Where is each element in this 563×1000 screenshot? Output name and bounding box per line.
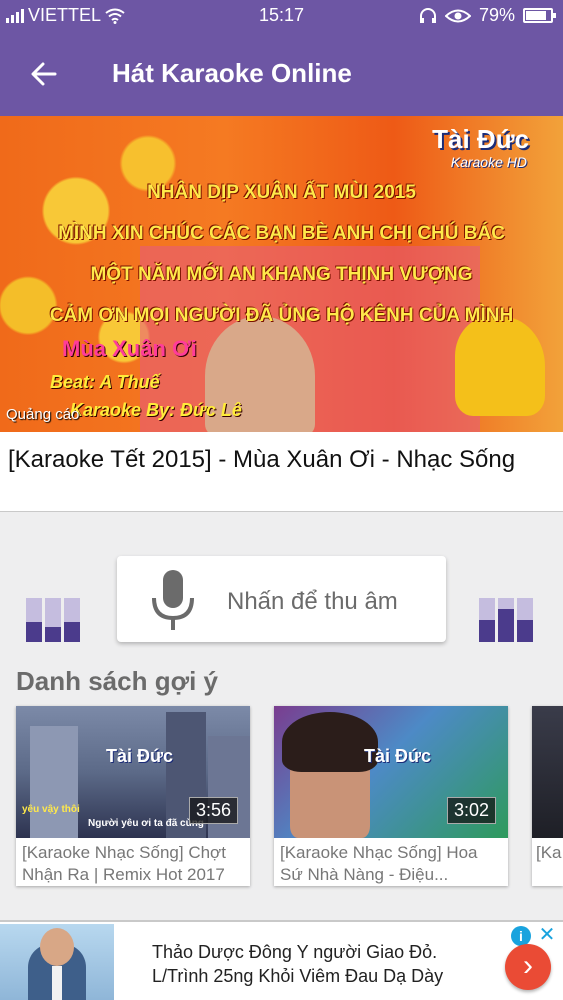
video-player[interactable]: Tài Đức Karaoke HD NHÂN DỊP XUÂN ẤT MÙI … [0,116,563,432]
level-bar [498,598,514,642]
ad-label: Quảng cáo [6,406,80,423]
level-bar [517,598,533,642]
video-song-name: Mùa Xuân Ơi [62,336,197,361]
back-button[interactable] [22,52,66,96]
overlay-line: MỘT NĂM MỚI AN KHANG THỊNH VƯỢNG [90,264,473,285]
ad-banner[interactable]: Thảo Dược Đông Y người Giao Đỏ. L/Trình … [0,920,563,1000]
suggestion-title: [Karaoke Nhạc Sống] Chợt Nhận Ra | Remix… [22,843,226,884]
suggestion-card[interactable]: [Ka... Cà... [532,706,563,886]
video-brand-sub: Karaoke HD [450,154,527,170]
level-bar [479,598,495,642]
overlay-line: MÌNH XIN CHÚC CÁC BẠN BÈ ANH CHỊ CHÚ BÁC [58,223,505,244]
level-bar [64,598,80,642]
video-thumbnail [532,706,563,838]
video-title: [Karaoke Tết 2015] - Mùa Xuân Ơi - Nhạc … [8,446,516,473]
ad-info-icon[interactable]: i [511,926,531,946]
duration-badge: 3:56 [188,797,238,824]
record-label: Nhấn để thu âm [227,588,398,615]
thumbnail-caption: yêu vậy thôi [22,804,80,815]
suggestion-title: [Karaoke Nhạc Sống] Hoa Sứ Nhà Nàng - Đi… [280,843,478,884]
record-button[interactable]: Nhấn để thu âm [117,556,446,642]
video-karaoke-by: Karaoke By: Đức Lê [70,400,242,420]
right-level-meter [479,598,533,642]
status-right: 79% [419,5,556,26]
headset-icon [419,7,436,23]
thumbnail-caption: Người yêu ơi ta đã cùng [88,818,204,829]
suggestion-title: [Ka... Cà... [536,843,563,862]
eye-icon [444,9,471,22]
duration-badge: 3:02 [446,797,496,824]
status-bar: VIETTEL 15:17 79% [0,0,563,30]
ad-image [0,924,114,1000]
level-bar [26,598,42,642]
ad-go-button[interactable]: › [505,944,551,990]
thumbnail-brand: Tài Đức [364,746,432,766]
page-title: Hát Karaoke Online [112,58,352,88]
video-thumbnail: Tài Đức yêu vậy thôi Người yêu ơi ta đã … [16,706,250,838]
video-overlay-text: NHÂN DỊP XUÂN ẤT MÙI 2015 MÌNH XIN CHÚC … [0,172,563,336]
ad-line: Thảo Dược Đông Y người Giao Đỏ. [152,942,438,962]
overlay-line: CẢM ƠN MỌI NGƯỜI ĐÃ ỦNG HỘ KÊNH CỦA MÌNH [49,305,514,326]
suggestion-card[interactable]: Tài Đức 3:02 [Karaoke Nhạc Sống] Hoa Sứ … [274,706,508,886]
suggestion-card[interactable]: Tài Đức yêu vậy thôi Người yêu ơi ta đã … [16,706,250,886]
video-brand: Tài Đức [432,124,529,154]
app-bar: Hát Karaoke Online [0,30,563,116]
video-beat: Beat: A Thuế [50,372,160,392]
battery-percent: 79% [478,5,515,25]
microphone-icon [152,570,194,630]
thumbnail-brand: Tài Đức [106,746,174,766]
overlay-line: NHÂN DỊP XUÂN ẤT MÙI 2015 [147,182,416,203]
suggestions-heading: Danh sách gợi ý [16,666,218,696]
ad-text: Thảo Dược Đông Y người Giao Đỏ. L/Trình … [152,940,472,988]
ad-close-icon[interactable]: ✕ [537,924,557,946]
level-bar [45,598,61,642]
video-title-strip: [Karaoke Tết 2015] - Mùa Xuân Ơi - Nhạc … [0,432,563,512]
left-level-meter [26,598,80,642]
ad-line: L/Trình 25ng Khỏi Viêm Đau Dạ Dày [152,966,444,986]
battery-icon [523,8,556,23]
video-thumbnail: Tài Đức 3:02 [274,706,508,838]
arrow-back-icon [31,62,57,86]
